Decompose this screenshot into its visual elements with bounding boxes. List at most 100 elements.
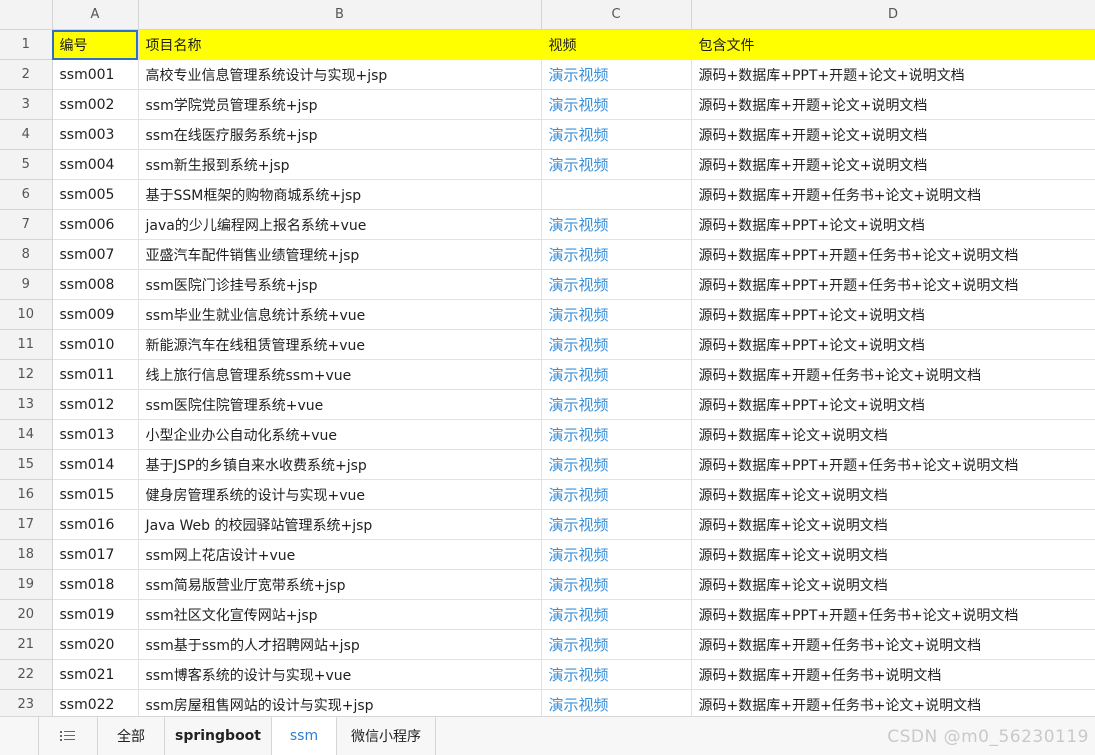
row-number[interactable]: 4 (0, 120, 52, 150)
cell-video-link[interactable]: 演示视频 (541, 240, 691, 270)
cell-project-name[interactable]: 亚盛汽车配件销售业绩管理统+jsp (138, 240, 541, 270)
cell-included-files[interactable]: 源码+数据库+PPT+开题+任务书+论文+说明文档 (691, 600, 1095, 630)
cell-included-files[interactable]: 源码+数据库+论文+说明文档 (691, 510, 1095, 540)
sheet-list-button[interactable] (38, 717, 98, 755)
cell-included-files[interactable]: 源码+数据库+开题+论文+说明文档 (691, 90, 1095, 120)
cell-included-files[interactable]: 源码+数据库+开题+论文+说明文档 (691, 120, 1095, 150)
cell-video-link[interactable]: 演示视频 (541, 660, 691, 690)
cell-included-files[interactable]: 源码+数据库+PPT+论文+说明文档 (691, 390, 1095, 420)
cell-project-name[interactable]: 基于JSP的乡镇自来水收费系统+jsp (138, 450, 541, 480)
cell-id[interactable]: ssm004 (52, 150, 138, 180)
cell-included-files[interactable]: 源码+数据库+PPT+开题+任务书+论文+说明文档 (691, 450, 1095, 480)
cell-video-link[interactable]: 演示视频 (541, 690, 691, 717)
cell-included-files[interactable]: 源码+数据库+PPT+开题+任务书+论文+说明文档 (691, 270, 1095, 300)
cell-id[interactable]: ssm016 (52, 510, 138, 540)
cell-b1-header[interactable]: 项目名称 (138, 30, 541, 60)
cell-project-name[interactable]: ssm房屋租售网站的设计与实现+jsp (138, 690, 541, 717)
row-number[interactable]: 7 (0, 210, 52, 240)
cell-project-name[interactable]: 小型企业办公自动化系统+vue (138, 420, 541, 450)
cell-included-files[interactable]: 源码+数据库+PPT+开题+任务书+论文+说明文档 (691, 240, 1095, 270)
tab-ssm[interactable]: ssm (272, 717, 337, 755)
cell-id[interactable]: ssm003 (52, 120, 138, 150)
cell-project-name[interactable]: ssm简易版营业厅宽带系统+jsp (138, 570, 541, 600)
row-number[interactable]: 2 (0, 60, 52, 90)
cell-video-link[interactable]: 演示视频 (541, 510, 691, 540)
cell-a1-header[interactable]: 编号 (52, 30, 138, 60)
cell-id[interactable]: ssm002 (52, 90, 138, 120)
cell-video-link[interactable]: 演示视频 (541, 630, 691, 660)
cell-video-link[interactable]: 演示视频 (541, 150, 691, 180)
cell-video-link[interactable]: 演示视频 (541, 480, 691, 510)
cell-id[interactable]: ssm015 (52, 480, 138, 510)
cell-included-files[interactable]: 源码+数据库+开题+任务书+说明文档 (691, 660, 1095, 690)
row-number[interactable]: 18 (0, 540, 52, 570)
cell-id[interactable]: ssm020 (52, 630, 138, 660)
cell-included-files[interactable]: 源码+数据库+PPT+论文+说明文档 (691, 300, 1095, 330)
cell-project-name[interactable]: 新能源汽车在线租赁管理系统+vue (138, 330, 541, 360)
cell-id[interactable]: ssm009 (52, 300, 138, 330)
row-number[interactable]: 23 (0, 690, 52, 717)
row-number[interactable]: 20 (0, 600, 52, 630)
cell-project-name[interactable]: Java Web 的校园驿站管理系统+jsp (138, 510, 541, 540)
row-number[interactable]: 13 (0, 390, 52, 420)
row-number[interactable]: 9 (0, 270, 52, 300)
cell-project-name[interactable]: ssm网上花店设计+vue (138, 540, 541, 570)
cell-included-files[interactable]: 源码+数据库+开题+任务书+论文+说明文档 (691, 630, 1095, 660)
cell-video-link[interactable]: 演示视频 (541, 60, 691, 90)
cell-video-link[interactable]: 演示视频 (541, 570, 691, 600)
cell-included-files[interactable]: 源码+数据库+开题+任务书+论文+说明文档 (691, 690, 1095, 717)
cell-project-name[interactable]: ssm新生报到系统+jsp (138, 150, 541, 180)
cell-project-name[interactable]: 基于SSM框架的购物商城系统+jsp (138, 180, 541, 210)
cell-included-files[interactable]: 源码+数据库+开题+任务书+论文+说明文档 (691, 360, 1095, 390)
column-header-d[interactable]: D (691, 0, 1095, 30)
row-number[interactable]: 14 (0, 420, 52, 450)
cell-included-files[interactable]: 源码+数据库+开题+论文+说明文档 (691, 150, 1095, 180)
cell-included-files[interactable]: 源码+数据库+PPT+论文+说明文档 (691, 330, 1095, 360)
cell-video-link[interactable]: 演示视频 (541, 210, 691, 240)
column-header-a[interactable]: A (52, 0, 138, 30)
row-number[interactable]: 16 (0, 480, 52, 510)
cell-video-link[interactable]: 演示视频 (541, 330, 691, 360)
row-number[interactable]: 12 (0, 360, 52, 390)
row-number[interactable]: 10 (0, 300, 52, 330)
select-all-corner[interactable] (0, 0, 52, 30)
cell-video-link[interactable]: 演示视频 (541, 120, 691, 150)
cell-c1-header[interactable]: 视频 (541, 30, 691, 60)
cell-id[interactable]: ssm011 (52, 360, 138, 390)
cell-included-files[interactable]: 源码+数据库+论文+说明文档 (691, 540, 1095, 570)
cell-project-name[interactable]: ssm毕业生就业信息统计系统+vue (138, 300, 541, 330)
cell-included-files[interactable]: 源码+数据库+论文+说明文档 (691, 570, 1095, 600)
cell-video-link[interactable]: 演示视频 (541, 300, 691, 330)
cell-included-files[interactable]: 源码+数据库+PPT+开题+论文+说明文档 (691, 60, 1095, 90)
cell-video-link[interactable]: 演示视频 (541, 540, 691, 570)
cell-video-link[interactable]: 演示视频 (541, 450, 691, 480)
row-number[interactable]: 3 (0, 90, 52, 120)
cell-video-link[interactable]: 演示视频 (541, 360, 691, 390)
row-number[interactable]: 1 (0, 30, 52, 60)
cell-project-name[interactable]: java的少儿编程网上报名系统+vue (138, 210, 541, 240)
cell-project-name[interactable]: ssm学院党员管理系统+jsp (138, 90, 541, 120)
cell-video-link[interactable]: 演示视频 (541, 270, 691, 300)
cell-video-link[interactable] (541, 180, 691, 210)
row-number[interactable]: 5 (0, 150, 52, 180)
row-number[interactable]: 11 (0, 330, 52, 360)
cell-project-name[interactable]: ssm社区文化宣传网站+jsp (138, 600, 541, 630)
cell-id[interactable]: ssm005 (52, 180, 138, 210)
row-number[interactable]: 22 (0, 660, 52, 690)
cell-id[interactable]: ssm019 (52, 600, 138, 630)
column-header-c[interactable]: C (541, 0, 691, 30)
cell-project-name[interactable]: ssm基于ssm的人才招聘网站+jsp (138, 630, 541, 660)
cell-id[interactable]: ssm001 (52, 60, 138, 90)
cell-included-files[interactable]: 源码+数据库+开题+任务书+论文+说明文档 (691, 180, 1095, 210)
cell-included-files[interactable]: 源码+数据库+论文+说明文档 (691, 420, 1095, 450)
row-number[interactable]: 19 (0, 570, 52, 600)
cell-project-name[interactable]: ssm在线医疗服务系统+jsp (138, 120, 541, 150)
tab-all[interactable]: 全部 (98, 717, 165, 755)
cell-project-name[interactable]: 高校专业信息管理系统设计与实现+jsp (138, 60, 541, 90)
cell-id[interactable]: ssm006 (52, 210, 138, 240)
row-number[interactable]: 8 (0, 240, 52, 270)
row-number[interactable]: 15 (0, 450, 52, 480)
cell-project-name[interactable]: ssm医院住院管理系统+vue (138, 390, 541, 420)
cell-id[interactable]: ssm012 (52, 390, 138, 420)
cell-id[interactable]: ssm021 (52, 660, 138, 690)
